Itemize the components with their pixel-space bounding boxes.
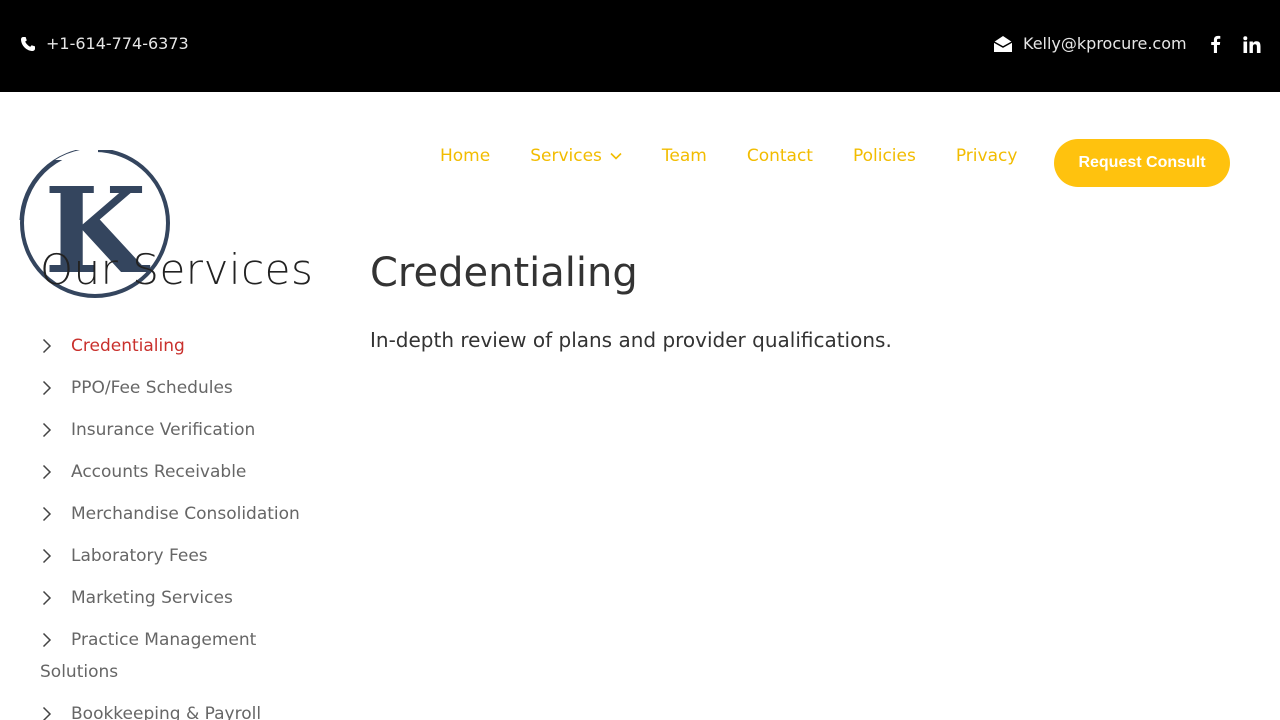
nav-services-label: Services bbox=[530, 146, 602, 166]
service-item-label: Marketing Services bbox=[71, 588, 233, 608]
nav-services[interactable]: Services bbox=[530, 146, 622, 166]
service-item-label: Laboratory Fees bbox=[71, 546, 208, 566]
service-item-label: Insurance Verification bbox=[71, 420, 256, 440]
linkedin-icon[interactable] bbox=[1243, 36, 1261, 53]
service-item-practice-management[interactable]: Practice Management Solutions bbox=[40, 624, 270, 688]
top-contact-bar: +1-614-774-6373 Kelly@kprocure.com bbox=[0, 0, 1280, 92]
phone-contact[interactable]: +1-614-774-6373 bbox=[20, 34, 189, 53]
nav-home[interactable]: Home bbox=[440, 146, 490, 166]
chevron-right-icon bbox=[42, 506, 52, 522]
service-item-label: PPO/Fee Schedules bbox=[71, 378, 233, 398]
service-item-ppo-fee-schedules[interactable]: PPO/Fee Schedules bbox=[40, 372, 330, 404]
nav-team[interactable]: Team bbox=[662, 146, 707, 166]
request-consult-button[interactable]: Request Consult bbox=[1054, 139, 1230, 187]
service-list: Credentialing PPO/Fee Schedules Insuranc… bbox=[40, 330, 330, 720]
phone-icon bbox=[21, 36, 35, 51]
service-item-marketing-services[interactable]: Marketing Services bbox=[40, 582, 330, 614]
service-item-bookkeeping-payroll[interactable]: Bookkeeping & Payroll bbox=[40, 698, 330, 720]
chevron-right-icon bbox=[42, 590, 52, 606]
service-item-label: Practice Management Solutions bbox=[40, 630, 257, 682]
main-nav: Home Services Team Contact Policies Priv… bbox=[440, 146, 1057, 166]
email-address: Kelly@kprocure.com bbox=[1023, 34, 1187, 53]
service-item-label: Bookkeeping & Payroll bbox=[71, 704, 262, 720]
nav-policies[interactable]: Policies bbox=[853, 146, 916, 166]
chevron-right-icon bbox=[42, 548, 52, 564]
service-item-laboratory-fees[interactable]: Laboratory Fees bbox=[40, 540, 330, 572]
service-item-credentialing[interactable]: Credentialing bbox=[40, 330, 330, 362]
service-item-label: Merchandise Consolidation bbox=[71, 504, 300, 524]
nav-privacy[interactable]: Privacy bbox=[956, 146, 1018, 166]
phone-number: +1-614-774-6373 bbox=[46, 34, 189, 53]
service-item-merchandise-consolidation[interactable]: Merchandise Consolidation bbox=[40, 498, 330, 530]
envelope-icon bbox=[993, 35, 1013, 52]
chevron-right-icon bbox=[42, 632, 52, 648]
page-description: In-depth review of plans and provider qu… bbox=[370, 328, 892, 352]
email-contact[interactable]: Kelly@kprocure.com bbox=[993, 34, 1187, 53]
facebook-icon[interactable] bbox=[1208, 35, 1222, 53]
page-title: Credentialing bbox=[370, 250, 638, 296]
chevron-right-icon bbox=[42, 380, 52, 396]
service-item-label: Accounts Receivable bbox=[71, 462, 247, 482]
nav-contact[interactable]: Contact bbox=[747, 146, 813, 166]
chevron-right-icon bbox=[42, 422, 52, 438]
chevron-right-icon bbox=[42, 706, 52, 720]
chevron-right-icon bbox=[42, 464, 52, 480]
service-item-label: Credentialing bbox=[71, 336, 185, 356]
chevron-right-icon bbox=[42, 338, 52, 354]
chevron-down-icon bbox=[610, 152, 622, 160]
sidebar-title: Our Services bbox=[40, 245, 314, 294]
service-item-insurance-verification[interactable]: Insurance Verification bbox=[40, 414, 330, 446]
service-item-accounts-receivable[interactable]: Accounts Receivable bbox=[40, 456, 330, 488]
